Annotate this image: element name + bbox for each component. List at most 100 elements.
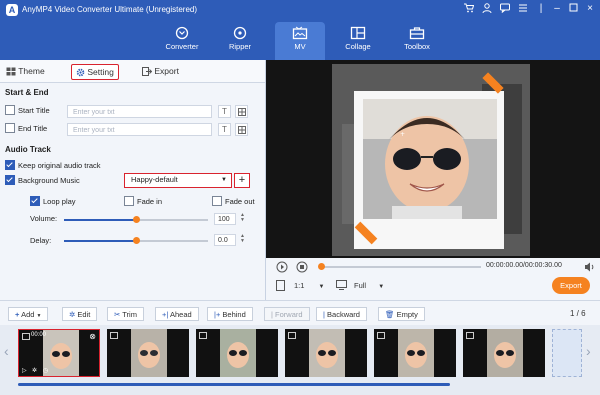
strip-scrollbar[interactable] bbox=[18, 383, 450, 386]
add-button[interactable]: + Add ▼ bbox=[8, 307, 49, 321]
user-icon[interactable] bbox=[480, 3, 494, 16]
play-icon[interactable] bbox=[276, 261, 288, 273]
export-icon bbox=[142, 67, 153, 77]
loop-play-row: Loop play bbox=[30, 195, 76, 209]
clip-thumbnail bbox=[398, 329, 434, 377]
volume-stepper[interactable]: ▲ ▼ bbox=[240, 213, 245, 223]
preview-stage: + bbox=[332, 64, 530, 256]
cart-icon[interactable] bbox=[462, 3, 476, 16]
clip-play-icon[interactable]: ▷ bbox=[22, 367, 27, 374]
volume-label: Volume: bbox=[30, 214, 58, 223]
tab-ripper[interactable]: Ripper bbox=[215, 22, 265, 60]
fade-out-row: Fade out bbox=[212, 195, 255, 209]
clip-3[interactable] bbox=[196, 329, 278, 377]
background-music-select[interactable]: Happy-default ▼ bbox=[124, 173, 232, 188]
chevron-down-icon: ▼ bbox=[318, 284, 325, 290]
fade-out-checkbox[interactable] bbox=[212, 196, 222, 207]
add-music-button[interactable]: + bbox=[234, 173, 250, 188]
keep-original-checkbox[interactable] bbox=[5, 160, 15, 171]
delay-input[interactable]: 0.0 bbox=[214, 234, 236, 246]
ahead-button[interactable]: +| Ahead bbox=[155, 307, 199, 321]
tab-theme[interactable]: Theme bbox=[6, 64, 45, 78]
monitor-icon bbox=[336, 280, 347, 290]
tab-ripper-label: Ripper bbox=[228, 42, 252, 51]
end-title-checkbox[interactable] bbox=[5, 123, 15, 134]
chevron-right-icon[interactable]: › bbox=[586, 343, 591, 359]
close-icon[interactable]: × bbox=[583, 3, 597, 14]
fade-in-checkbox[interactable] bbox=[124, 196, 134, 207]
edit-button[interactable]: ✲ Edit bbox=[62, 307, 98, 321]
backward-button[interactable]: | Backward bbox=[316, 307, 367, 321]
clip-2[interactable] bbox=[107, 329, 189, 377]
start-title-settings-button[interactable] bbox=[235, 105, 248, 118]
clip-thumbnail bbox=[220, 329, 256, 377]
end-title-label: End Title bbox=[18, 124, 48, 133]
clip-1[interactable]: 00:00 ⊗ ▷ ✲ ◷ bbox=[18, 329, 100, 377]
clip-4[interactable] bbox=[285, 329, 367, 377]
trim-button[interactable]: ✂ Trim bbox=[107, 307, 144, 321]
playback-progress[interactable] bbox=[317, 263, 481, 270]
end-title-settings-button[interactable] bbox=[235, 123, 248, 136]
delay-label: Delay: bbox=[30, 236, 52, 245]
tab-toolbox[interactable]: Toolbox bbox=[392, 22, 442, 60]
menu-icon[interactable] bbox=[516, 3, 530, 16]
clip-6[interactable] bbox=[463, 329, 545, 377]
tab-converter[interactable]: Converter bbox=[157, 22, 207, 60]
stop-icon[interactable] bbox=[296, 261, 308, 273]
start-title-input[interactable]: Enter your txt bbox=[67, 105, 212, 118]
tab-mv-label: MV bbox=[294, 42, 306, 51]
keep-original-row: Keep original audio track bbox=[5, 159, 101, 173]
loop-play-label: Loop play bbox=[43, 197, 76, 206]
clip-type-icon bbox=[288, 332, 296, 339]
maximize-icon[interactable] bbox=[566, 3, 580, 15]
clip-type-icon bbox=[110, 332, 118, 339]
end-title-font-button[interactable]: T bbox=[218, 123, 231, 136]
fade-out-label: Fade out bbox=[225, 197, 255, 206]
display-mode-select[interactable]: Full ▼ bbox=[354, 281, 384, 290]
delay-slider-handle[interactable] bbox=[132, 237, 140, 244]
settings-panel: Theme Setting Export Start & End Start T… bbox=[0, 60, 266, 300]
aspect-ratio-select[interactable]: 1:1 ▼ bbox=[294, 281, 324, 290]
playback-handle[interactable] bbox=[317, 263, 325, 270]
delay-stepper[interactable]: ▲ ▼ bbox=[240, 234, 245, 244]
start-title-checkbox[interactable] bbox=[5, 105, 15, 116]
chat-icon[interactable] bbox=[498, 3, 512, 16]
backward-button-label: Backward bbox=[327, 310, 360, 319]
volume-input[interactable]: 100 bbox=[214, 213, 236, 225]
delay-slider[interactable] bbox=[64, 237, 208, 244]
delay-slider-fill bbox=[64, 240, 136, 242]
chevron-down-icon: ▼ bbox=[36, 313, 42, 319]
tab-mv[interactable]: MV bbox=[275, 22, 325, 60]
add-clip-placeholder[interactable] bbox=[552, 329, 582, 377]
tab-export[interactable]: Export bbox=[142, 64, 179, 78]
clip-type-icon bbox=[466, 332, 474, 339]
preview-area: + bbox=[266, 60, 600, 260]
volume-slider-handle[interactable] bbox=[132, 216, 140, 223]
separator-icon: | bbox=[539, 3, 543, 14]
background-music-checkbox[interactable] bbox=[5, 175, 15, 186]
collage-icon bbox=[350, 26, 366, 40]
volume-icon[interactable] bbox=[584, 261, 596, 273]
clip-edit-icon[interactable]: ✲ bbox=[32, 367, 37, 374]
gear-icon bbox=[76, 68, 85, 77]
clip-clock-icon[interactable]: ◷ bbox=[43, 367, 48, 374]
loop-play-checkbox[interactable] bbox=[30, 196, 40, 207]
tab-collage[interactable]: Collage bbox=[333, 22, 383, 60]
end-title-input[interactable]: Enter your txt bbox=[67, 123, 212, 136]
start-title-font-button[interactable]: T bbox=[218, 105, 231, 118]
clip-type-icon bbox=[377, 332, 385, 339]
chevron-left-icon[interactable]: ‹ bbox=[4, 343, 9, 359]
forward-button[interactable]: | Forward bbox=[264, 307, 310, 321]
page-indicator: 1 / 6 bbox=[570, 309, 586, 318]
tab-setting[interactable]: Setting bbox=[71, 64, 119, 80]
clip-remove-icon[interactable]: ⊗ bbox=[89, 332, 96, 341]
minimize-icon[interactable]: – bbox=[550, 3, 564, 14]
converter-icon bbox=[175, 26, 189, 40]
forward-button-label: Forward bbox=[275, 310, 303, 319]
clip-5[interactable] bbox=[374, 329, 456, 377]
empty-button[interactable]: 🗑 Empty bbox=[378, 307, 425, 321]
volume-slider[interactable] bbox=[64, 216, 208, 223]
mv-icon bbox=[292, 26, 308, 40]
export-button[interactable]: Export bbox=[552, 277, 590, 294]
behind-button[interactable]: |+ Behind bbox=[207, 307, 253, 321]
